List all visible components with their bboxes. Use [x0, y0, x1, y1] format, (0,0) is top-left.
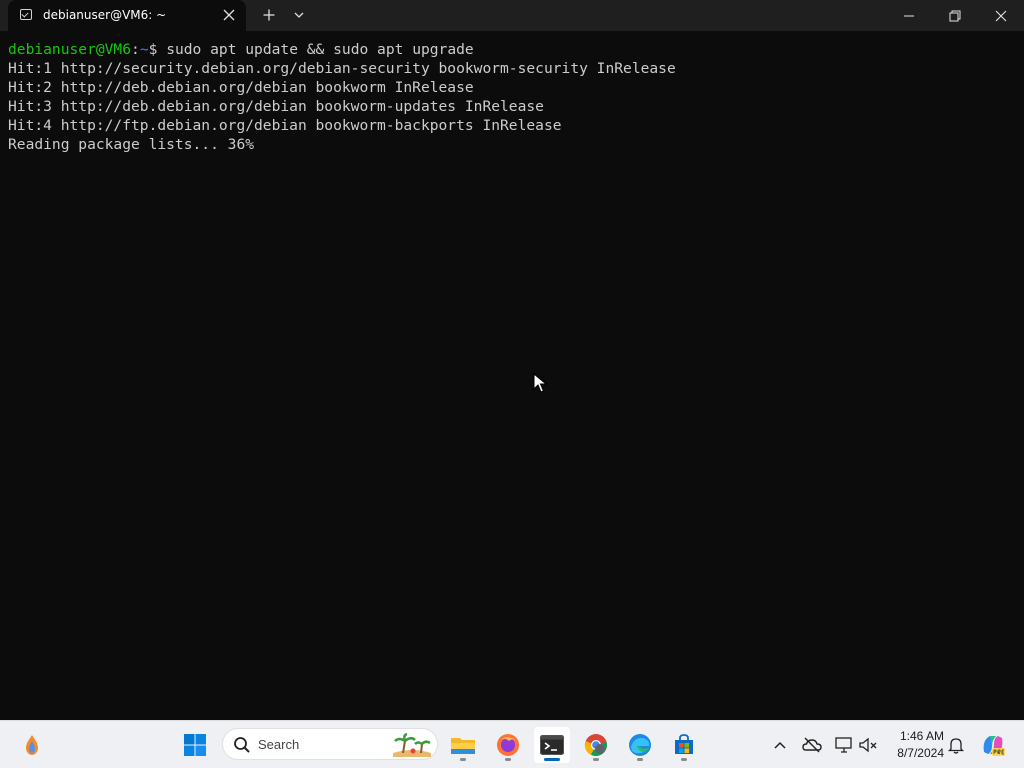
- prompt-symbol: $: [148, 41, 167, 58]
- mouse-pointer-icon: [533, 372, 548, 397]
- store-icon[interactable]: [666, 727, 702, 763]
- terminal-icon[interactable]: [534, 727, 570, 763]
- prompt-user: debianuser@VM6: [8, 41, 132, 58]
- tab-dropdown-chevron-down-icon[interactable]: [288, 4, 310, 26]
- show-hidden-icons-chevron-up-icon[interactable]: [770, 735, 790, 755]
- tab-close-icon[interactable]: [218, 4, 240, 26]
- search-label: Search: [258, 737, 300, 752]
- onedrive-offline-icon[interactable]: [802, 735, 822, 755]
- widgets-icon[interactable]: [14, 727, 50, 763]
- tab-terminal[interactable]: debianuser@VM6: ~: [8, 0, 246, 31]
- search-highlight-beach-icon: [391, 732, 433, 761]
- terminal-output-line: Hit:1 http://security.debian.org/debian-…: [8, 60, 676, 77]
- clock-date[interactable]: 8/7/2024: [884, 746, 944, 760]
- close-window-button[interactable]: [978, 0, 1024, 31]
- terminal-output-line: Reading package lists... 36%: [8, 136, 255, 153]
- edge-icon[interactable]: [622, 727, 658, 763]
- terminal-output-line: Hit:4 http://ftp.debian.org/debian bookw…: [8, 117, 562, 134]
- terminal-prompt-line: debianuser@VM6:~$ sudo apt update && sud…: [8, 40, 676, 59]
- running-indicator: [681, 758, 687, 761]
- terminal-tab-icon: [20, 9, 32, 20]
- file-explorer-icon[interactable]: [445, 727, 481, 763]
- taskbar: Search 1:46 AM 8/7/2024: [0, 720, 1024, 768]
- notification-bell-icon[interactable]: [946, 735, 966, 755]
- firefox-icon[interactable]: [490, 727, 526, 763]
- terminal-command: sudo apt update && sudo apt upgrade: [166, 41, 474, 58]
- prompt-separator: :: [131, 41, 140, 58]
- restore-button[interactable]: [932, 0, 978, 31]
- copilot-icon[interactable]: [980, 732, 1006, 758]
- terminal-output-line: Hit:3 http://deb.debian.org/debian bookw…: [8, 98, 544, 115]
- network-icon[interactable]: [834, 735, 854, 755]
- volume-muted-icon[interactable]: [858, 735, 878, 755]
- taskbar-search-box[interactable]: Search: [222, 728, 438, 760]
- terminal-output-line: Hit:2 http://deb.debian.org/debian bookw…: [8, 79, 474, 96]
- running-indicator: [505, 758, 511, 761]
- running-indicator-active: [544, 758, 560, 761]
- running-indicator: [593, 758, 599, 761]
- search-icon: [233, 736, 251, 758]
- terminal-output-area[interactable]: debianuser@VM6:~$ sudo apt update && sud…: [0, 31, 1024, 720]
- start-icon[interactable]: [177, 727, 213, 763]
- prompt-path: ~: [139, 41, 149, 58]
- running-indicator: [637, 758, 643, 761]
- title-bar: debianuser@VM6: ~: [0, 0, 1024, 31]
- chrome-icon[interactable]: [578, 727, 614, 763]
- minimize-button[interactable]: [886, 0, 932, 31]
- clock-time[interactable]: 1:46 AM: [890, 729, 944, 743]
- tab-title: debianuser@VM6: ~: [43, 8, 167, 22]
- terminal-lines: debianuser@VM6:~$ sudo apt update && sud…: [8, 40, 676, 154]
- running-indicator: [460, 758, 466, 761]
- new-tab-plus-icon[interactable]: [258, 4, 280, 26]
